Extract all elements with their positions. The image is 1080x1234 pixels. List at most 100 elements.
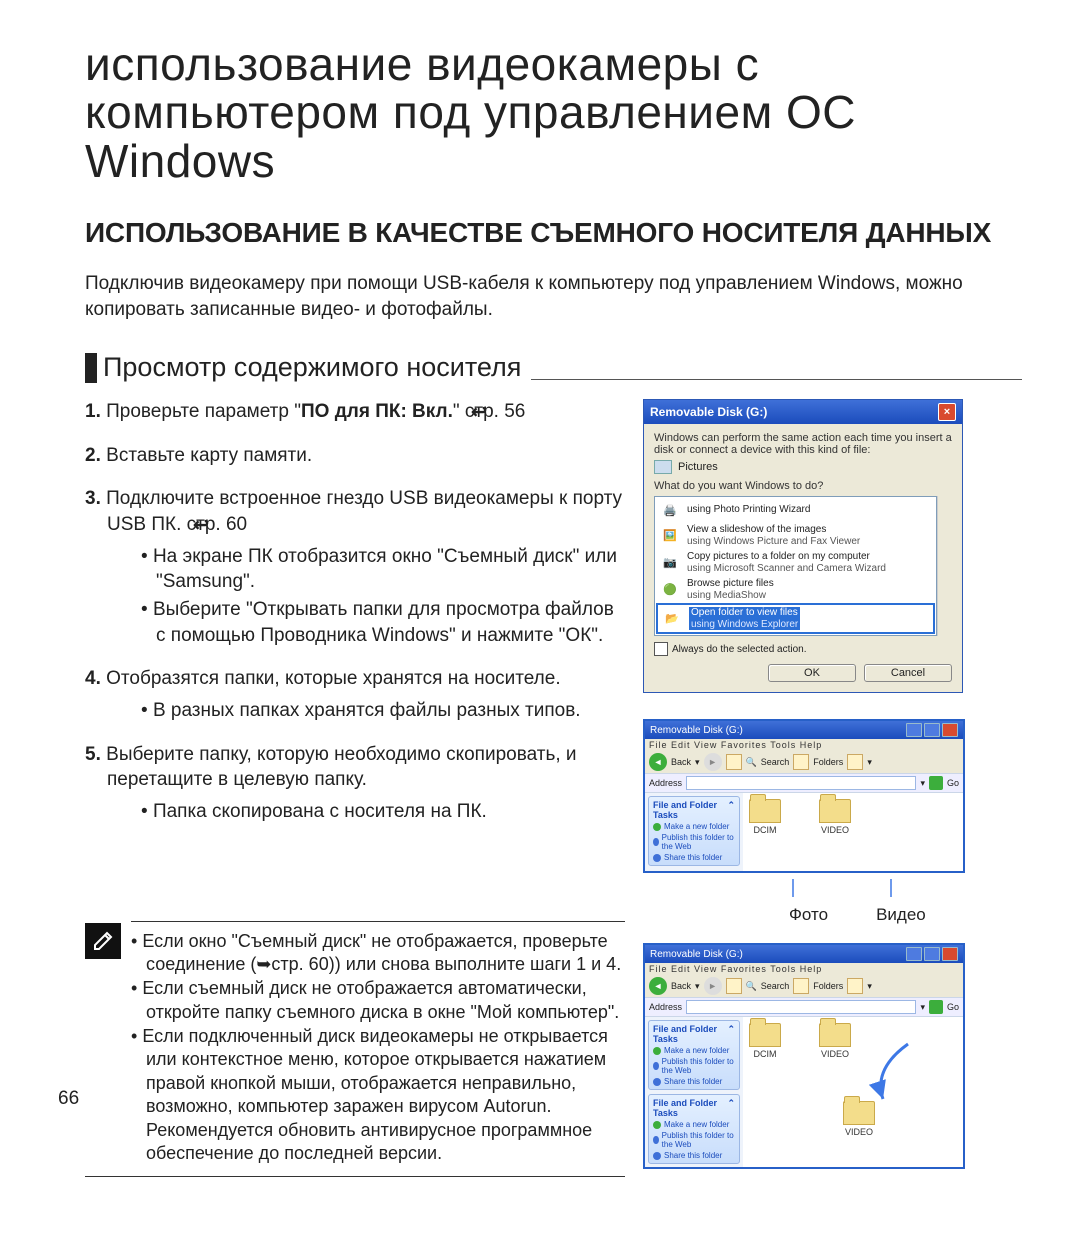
chapter-title: использование видеокамеры с компьютером … [85,40,1022,185]
step-2-text: Вставьте карту памяти. [106,445,312,466]
note-pencil-icon [85,923,121,959]
drag-arrow-icon [853,1039,923,1109]
always-do-label: Always do the selected action. [672,644,807,655]
mediashow-icon: 🟢 [659,580,681,600]
action-option-print[interactable]: 🖨️ using Photo Printing Wizard [656,498,935,522]
back-button-icon[interactable]: ◄ [649,753,667,771]
folder-video[interactable]: VIDEO [819,799,851,835]
task-make-folder[interactable]: Make a new folder [653,1046,735,1055]
folder-dcim-label: DCIM [754,1049,777,1059]
task-icon [653,838,659,846]
task-share[interactable]: Share this folder [653,1077,735,1086]
folder-video-label: VIDEO [821,825,849,835]
views-icon[interactable] [847,754,863,770]
step-number: 2. [85,445,101,466]
chevron-icon[interactable]: ⌃ [727,1098,735,1118]
task-share[interactable]: Share this folder [653,853,735,862]
task-publish[interactable]: Publish this folder to the Web [653,1057,735,1075]
action-option-slideshow[interactable]: 🖼️ View a slideshow of the imagesusing W… [656,522,935,549]
note-item-2: Если съемный диск не отображается автома… [131,977,625,1024]
task-icon [653,1152,661,1160]
action-option-slideshow-sub: using Windows Picture and Fax Viewer [687,536,860,548]
up-folder-icon[interactable] [726,754,742,770]
task-share[interactable]: Share this folder [653,1151,735,1160]
chevron-icon[interactable]: ⌃ [727,1024,735,1044]
folder-video[interactable]: VIDEO [819,1023,851,1059]
task-icon [653,854,661,862]
callout-photo: Фото [789,905,828,925]
address-field[interactable] [686,1000,916,1014]
folder-video-target[interactable]: VIDEO [843,1101,875,1137]
close-icon[interactable] [942,947,958,961]
heading-rule [531,355,1022,380]
task-icon [653,1078,661,1086]
forward-button-icon[interactable]: ► [704,977,722,995]
step-4-bullet-1: В разных папках хранятся файлы разных ти… [141,698,625,724]
go-button-icon[interactable] [929,776,943,790]
folders-icon[interactable] [793,978,809,994]
search-icon[interactable]: 🔍 [746,981,757,992]
folders-icon[interactable] [793,754,809,770]
back-button-icon[interactable]: ◄ [649,977,667,995]
tasks-panel-title: File and Folder Tasks [653,1024,727,1044]
listbox-scrollbar[interactable] [937,496,952,636]
action-option-copy[interactable]: 📷 Copy pictures to a folder on my comput… [656,549,935,576]
folder-icon [819,1023,851,1047]
address-field[interactable] [686,776,916,790]
maximize-icon[interactable] [924,947,940,961]
task-publish[interactable]: Publish this folder to the Web [653,1131,735,1149]
close-icon[interactable] [942,723,958,737]
folder-icon [749,1023,781,1047]
folder-dcim[interactable]: DCIM [749,799,781,835]
minimize-icon[interactable] [906,723,922,737]
step-3-text: Подключите встроенное гнездо USB видеока… [106,488,622,535]
action-option-browse[interactable]: 🟢 Browse picture filesusing MediaShow [656,576,935,603]
folders-label: Folders [813,981,843,991]
address-label: Address [649,1002,682,1012]
explorer-menu-bar[interactable]: File Edit View Favorites Tools Help [645,963,963,975]
step-4-text: Отобразятся папки, которые хранятся на н… [106,668,560,689]
task-make-folder[interactable]: Make a new folder [653,822,735,831]
steps-list: 1. Проверьте параметр "ПО для ПК: Вкл." … [85,399,625,824]
subsection-heading: Просмотр содержимого носителя [103,352,521,383]
chevron-icon[interactable]: ⌃ [727,800,735,820]
action-option-open-folder[interactable]: 📂 Open folder to view filesusing Windows… [656,603,935,634]
explorer-menu-bar[interactable]: File Edit View Favorites Tools Help [645,739,963,751]
up-folder-icon[interactable] [726,978,742,994]
explorer-window-top: Removable Disk (G:) File Edit View Favor… [643,719,965,873]
folder-icon [749,799,781,823]
dialog-titlebar: Removable Disk (G:) × [644,400,962,424]
cancel-button[interactable]: Cancel [864,664,952,682]
close-icon[interactable]: × [938,403,956,421]
task-make-folder[interactable]: Make a new folder [653,1120,735,1129]
action-option-copy-sub: using Microsoft Scanner and Camera Wizar… [687,563,886,575]
minimize-icon[interactable] [906,947,922,961]
step-number: 1. [85,401,101,422]
go-button-icon[interactable] [929,1000,943,1014]
chapter-title-line1: использование видеокамеры с [85,38,759,90]
action-option-open-sub: using Windows Explorer [691,619,798,631]
go-label: Go [947,778,959,788]
action-option-browse-sub: using MediaShow [687,590,774,602]
always-do-checkbox[interactable] [654,642,668,656]
note-item-1: Если окно "Съемный диск" не отображается… [131,930,625,977]
search-icon[interactable]: 🔍 [746,757,757,768]
maximize-icon[interactable] [924,723,940,737]
subsection-heading-row: Просмотр содержимого носителя [85,352,1022,383]
task-icon [653,1062,659,1070]
section-main-heading: ИСПОЛЬЗОВАНИЕ В КАЧЕСТВЕ СЪЕМНОГО НОСИТЕ… [85,217,1022,249]
pictures-icon [654,460,672,474]
ok-button[interactable]: OK [768,664,856,682]
step-2: 2. Вставьте карту памяти. [85,443,625,469]
folder-icon [819,799,851,823]
views-icon[interactable] [847,978,863,994]
action-listbox[interactable]: 🖨️ using Photo Printing Wizard 🖼️ View a… [654,496,937,636]
search-label: Search [761,981,790,991]
explorer-title: Removable Disk (G:) [650,725,743,736]
folder-dcim[interactable]: DCIM [749,1023,781,1059]
always-do-row[interactable]: Always do the selected action. [654,642,952,656]
step-5-text: Выберите папку, которую необходимо скопи… [106,744,576,791]
task-publish[interactable]: Publish this folder to the Web [653,833,735,851]
forward-button-icon[interactable]: ► [704,753,722,771]
folder-video-label: VIDEO [845,1127,873,1137]
